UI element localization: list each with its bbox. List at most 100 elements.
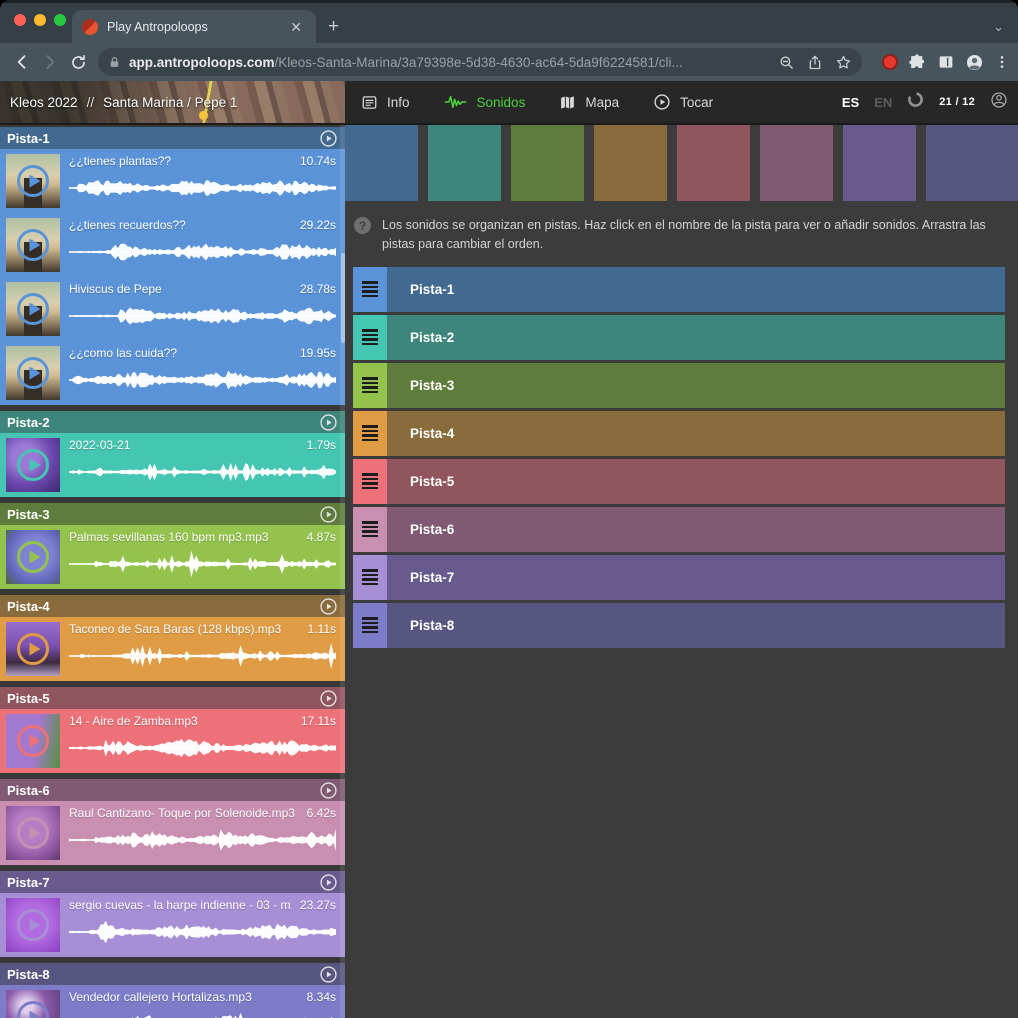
audio-clip[interactable]: ¿¿tienes plantas?? 10.74s — [0, 149, 345, 213]
breadcrumb-session[interactable]: Santa Marina / Pepe 1 — [103, 95, 237, 110]
track-play-button[interactable] — [319, 873, 338, 892]
nav-tab-info[interactable]: Info — [361, 94, 410, 111]
drag-handle-icon[interactable] — [353, 363, 387, 408]
clip-thumbnail[interactable] — [6, 346, 60, 400]
clip-play-icon[interactable] — [6, 438, 60, 492]
track-header[interactable]: Pista-3 — [0, 503, 345, 525]
track-row-body[interactable]: Pista-5 — [387, 459, 1005, 504]
audio-clip[interactable]: Hiviscus de Pepe 28.78s — [0, 277, 345, 341]
clip-thumbnail[interactable] — [6, 154, 60, 208]
audio-clip[interactable]: Taconeo de Sara Baras (128 kbps).mp3 1.1… — [0, 617, 345, 681]
drag-handle-icon[interactable] — [353, 555, 387, 600]
audio-clip[interactable]: ¿¿como las cuida?? 19.95s — [0, 341, 345, 405]
share-icon[interactable] — [807, 54, 823, 71]
track-play-button[interactable] — [319, 505, 338, 524]
track-play-button[interactable] — [319, 965, 338, 984]
clip-play-icon[interactable] — [6, 282, 60, 336]
new-tab-button[interactable]: + — [328, 17, 339, 36]
clip-play-icon[interactable] — [6, 154, 60, 208]
browser-menu-icon[interactable] — [994, 54, 1010, 70]
audio-clip[interactable]: sergio cuevas - la harpe indienne - 03 -… — [0, 893, 345, 957]
clip-play-icon[interactable] — [6, 530, 60, 584]
reload-button[interactable] — [64, 48, 92, 76]
track-header[interactable]: Pista-5 — [0, 687, 345, 709]
tab-search-chevron-icon[interactable]: ⌄ — [993, 19, 1004, 35]
clip-thumbnail[interactable] — [6, 990, 60, 1018]
clip-thumbnail[interactable] — [6, 898, 60, 952]
track-play-button[interactable] — [319, 413, 338, 432]
breadcrumb[interactable]: Kleos 2022 // Santa Marina / Pepe 1 — [0, 81, 345, 123]
clip-thumbnail[interactable] — [6, 714, 60, 768]
side-panel-icon[interactable] — [937, 53, 955, 71]
address-bar[interactable]: app.antropoloops.com/Kleos-Santa-Marina/… — [98, 48, 862, 76]
nav-tab-tocar[interactable]: Tocar — [653, 93, 713, 111]
track-row[interactable]: Pista-5 — [353, 459, 1005, 504]
sidebar-scrollbar[interactable] — [341, 253, 345, 343]
clip-play-icon[interactable] — [6, 346, 60, 400]
clip-thumbnail[interactable] — [6, 530, 60, 584]
track-header[interactable]: Pista-8 — [0, 963, 345, 985]
minimize-window-button[interactable] — [34, 14, 46, 26]
track-row-body[interactable]: Pista-6 — [387, 507, 1005, 552]
track-row[interactable]: Pista-3 — [353, 363, 1005, 408]
track-row[interactable]: Pista-6 — [353, 507, 1005, 552]
clip-play-icon[interactable] — [6, 990, 60, 1018]
clip-play-icon[interactable] — [6, 714, 60, 768]
audio-clip[interactable]: ¿¿tienes recuerdos?? 29.22s — [0, 213, 345, 277]
track-row[interactable]: Pista-1 — [353, 267, 1005, 312]
clip-play-icon[interactable] — [6, 806, 60, 860]
audio-clip[interactable]: Palmas sevillanas 160 bpm mp3.mp3 4.87s — [0, 525, 345, 589]
drag-handle-icon[interactable] — [353, 603, 387, 648]
track-play-button[interactable] — [319, 781, 338, 800]
drag-handle-icon[interactable] — [353, 315, 387, 360]
clip-play-icon[interactable] — [6, 898, 60, 952]
tab-close-icon[interactable]: ✕ — [286, 18, 306, 36]
clip-thumbnail[interactable] — [6, 438, 60, 492]
track-header[interactable]: Pista-6 — [0, 779, 345, 801]
track-row-body[interactable]: Pista-3 — [387, 363, 1005, 408]
track-header[interactable]: Pista-1 — [0, 127, 345, 149]
extensions-puzzle-icon[interactable] — [908, 53, 927, 72]
track-header[interactable]: Pista-4 — [0, 595, 345, 617]
drag-handle-icon[interactable] — [353, 267, 387, 312]
forward-button[interactable] — [36, 48, 64, 76]
bookmark-star-icon[interactable] — [835, 54, 852, 71]
nav-tab-mapa[interactable]: Mapa — [559, 94, 619, 111]
track-row-body[interactable]: Pista-1 — [387, 267, 1005, 312]
track-row-body[interactable]: Pista-2 — [387, 315, 1005, 360]
track-row-body[interactable]: Pista-8 — [387, 603, 1005, 648]
recorder-extension-icon[interactable] — [882, 54, 898, 70]
track-play-button[interactable] — [319, 689, 338, 708]
drag-handle-icon[interactable] — [353, 459, 387, 504]
clip-thumbnail[interactable] — [6, 282, 60, 336]
audio-clip[interactable]: Raul Cantizano- Toque por Solenoide.mp3 … — [0, 801, 345, 865]
nav-tab-sonidos[interactable]: Sonidos — [444, 94, 526, 110]
track-row[interactable]: Pista-2 — [353, 315, 1005, 360]
track-row[interactable]: Pista-8 — [353, 603, 1005, 648]
language-es-button[interactable]: ES — [842, 95, 859, 110]
track-row[interactable]: Pista-4 — [353, 411, 1005, 456]
clip-play-icon[interactable] — [6, 622, 60, 676]
breadcrumb-project[interactable]: Kleos 2022 — [10, 95, 78, 110]
track-play-button[interactable] — [319, 597, 338, 616]
track-row-body[interactable]: Pista-4 — [387, 411, 1005, 456]
track-row[interactable]: Pista-7 — [353, 555, 1005, 600]
browser-tab[interactable]: Play Antropoloops ✕ — [72, 10, 316, 43]
audio-clip[interactable]: Vendedor callejero Hortalizas.mp3 8.34s — [0, 985, 345, 1018]
clip-thumbnail[interactable] — [6, 622, 60, 676]
drag-handle-icon[interactable] — [353, 411, 387, 456]
track-play-button[interactable] — [319, 129, 338, 148]
clip-thumbnail[interactable] — [6, 218, 60, 272]
profile-avatar-icon[interactable] — [965, 53, 984, 72]
track-header[interactable]: Pista-7 — [0, 871, 345, 893]
zoom-window-button[interactable] — [54, 14, 66, 26]
zoom-out-icon[interactable] — [778, 54, 795, 71]
drag-handle-icon[interactable] — [353, 507, 387, 552]
back-button[interactable] — [8, 48, 36, 76]
language-en-button[interactable]: EN — [874, 95, 892, 110]
clip-play-icon[interactable] — [6, 218, 60, 272]
track-row-body[interactable]: Pista-7 — [387, 555, 1005, 600]
audio-clip[interactable]: 2022-03-21 1.79s — [0, 433, 345, 497]
track-header[interactable]: Pista-2 — [0, 411, 345, 433]
clip-thumbnail[interactable] — [6, 806, 60, 860]
